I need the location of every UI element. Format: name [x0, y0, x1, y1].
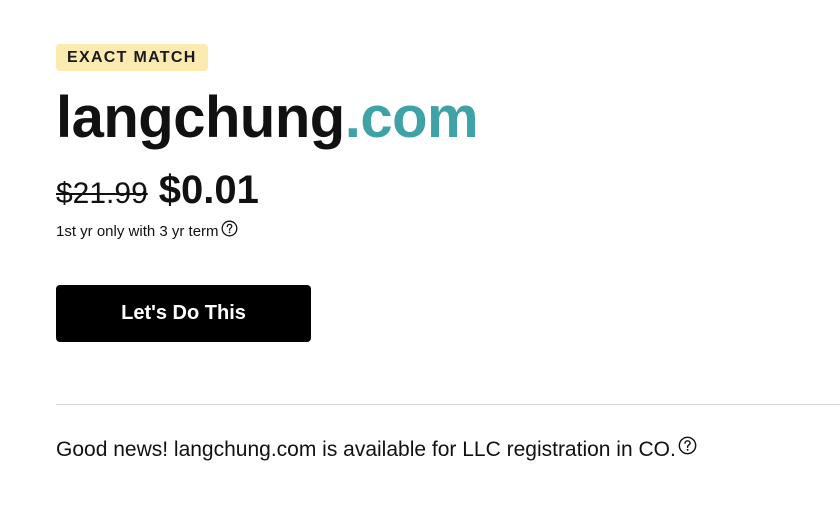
exact-match-badge: EXACT MATCH	[56, 44, 208, 71]
question-circle-icon[interactable]	[221, 220, 238, 237]
question-circle-icon[interactable]	[678, 436, 697, 455]
lets-do-this-button[interactable]: Let's Do This	[56, 285, 311, 342]
domain-name-title: langchung.com	[56, 84, 479, 152]
domain-result-card: EXACT MATCH langchung.com $21.99 $0.01 1…	[0, 0, 840, 516]
domain-name-label: langchung	[56, 85, 345, 150]
sale-price: $0.01	[158, 168, 259, 212]
llc-availability-notice: Good news! langchung.com is available fo…	[56, 436, 697, 462]
price-row: $21.99 $0.01	[56, 168, 259, 216]
original-price: $21.99	[56, 177, 148, 210]
notice-text: Good news! langchung.com is available fo…	[56, 438, 676, 461]
domain-tld-label: .com	[344, 85, 479, 150]
section-divider	[56, 404, 840, 405]
term-text: 1st yr only with 3 yr term	[56, 223, 219, 240]
term-disclaimer: 1st yr only with 3 yr term	[56, 220, 238, 240]
